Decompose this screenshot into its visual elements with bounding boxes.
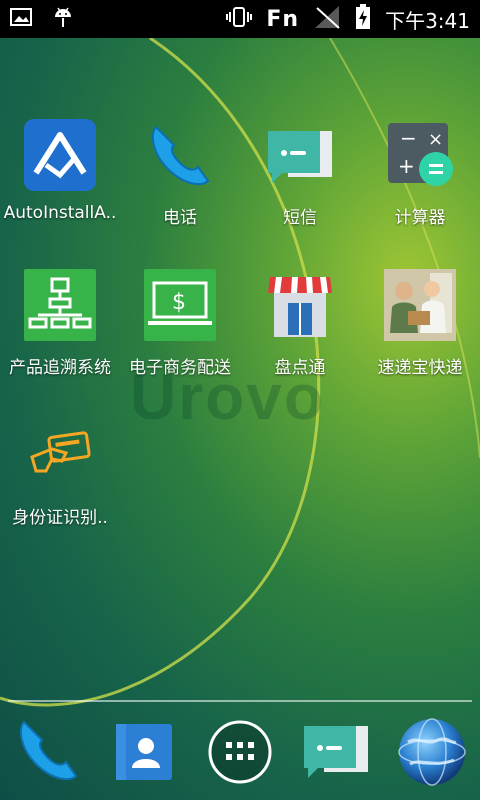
app-id-recognition[interactable]: 身份证识别.. (0, 417, 120, 528)
svg-text:$: $ (172, 290, 186, 315)
app-label: AutoInstallA.. (3, 203, 117, 223)
ecommerce-icon: $ (142, 267, 218, 343)
store-icon (262, 267, 338, 343)
fn-indicator: Fn (266, 6, 300, 32)
app-traceability[interactable]: 产品追溯系统 (0, 267, 120, 378)
vibrate-icon (226, 6, 253, 32)
app-ecommerce[interactable]: $ 电子商务配送 (120, 267, 240, 378)
android-icon (52, 5, 74, 33)
all-apps-icon (202, 720, 278, 792)
courier-icon (382, 267, 458, 343)
app-label: 身份证识别.. (12, 508, 108, 528)
svg-text:×: × (428, 129, 443, 150)
app-label: 短信 (283, 208, 317, 228)
dock-messaging[interactable] (298, 712, 374, 788)
app-label: 电子商务配送 (129, 358, 231, 378)
messaging-icon (262, 117, 338, 193)
status-bar: Fn 下午3:41 (0, 0, 480, 38)
clock: 下午3:41 (385, 8, 470, 33)
app-stocktake[interactable]: 盘点通 (240, 267, 360, 378)
app-phone[interactable]: 电话 (120, 117, 240, 228)
autoinstall-icon (22, 117, 98, 193)
app-label: 速递宝快递 (377, 358, 463, 378)
svg-text:−: − (400, 126, 417, 150)
app-label: 计算器 (394, 208, 446, 228)
messaging-icon (298, 726, 374, 792)
browser-globe-icon (394, 718, 470, 792)
dock-contacts[interactable] (106, 712, 182, 788)
app-label: 产品追溯系统 (9, 358, 111, 378)
app-label: 盘点通 (274, 358, 326, 378)
phone-icon (142, 117, 218, 193)
phone-icon (10, 720, 86, 792)
dock-browser[interactable] (394, 712, 470, 788)
id-card-icon (22, 417, 98, 493)
calculator-icon: − × + (382, 117, 458, 193)
traceability-icon (22, 267, 98, 343)
app-messaging[interactable]: 短信 (240, 117, 360, 228)
svg-text:+: + (398, 154, 415, 178)
app-calculator[interactable]: − × + 计算器 (360, 117, 480, 228)
contacts-icon (106, 724, 182, 792)
app-autoinstall[interactable]: AutoInstallA.. (0, 117, 120, 223)
dock-divider (8, 700, 472, 702)
image-icon (10, 7, 32, 31)
app-courier[interactable]: 速递宝快递 (360, 267, 480, 378)
all-apps-button[interactable] (202, 712, 278, 788)
battery-charging-icon (355, 4, 371, 34)
app-label: 电话 (163, 208, 197, 228)
dock-phone[interactable] (10, 712, 86, 788)
signal-off-icon (313, 4, 341, 34)
